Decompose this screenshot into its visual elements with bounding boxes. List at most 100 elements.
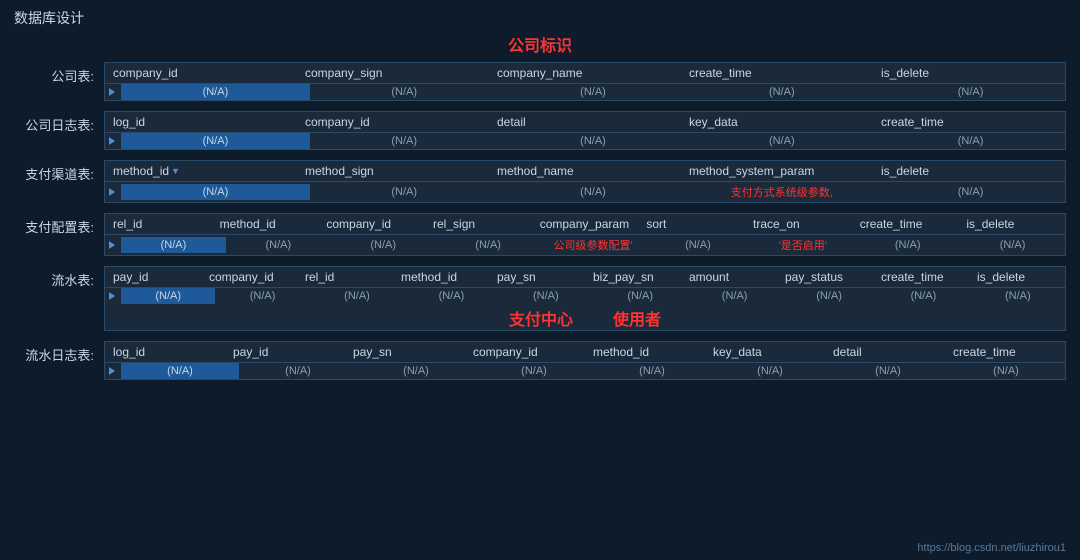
data-row-2: (N/A)(N/A)(N/A)支付方式系统级参数,(N/A) xyxy=(105,182,1065,202)
data-cell-4-2: (N/A) xyxy=(310,288,404,304)
data-cell-2-0: (N/A) xyxy=(121,184,310,200)
header-cell-4-8: create_time xyxy=(873,267,969,287)
header-cell-2-1: method_sign xyxy=(297,161,489,181)
header-cell-4-1: company_id xyxy=(201,267,297,287)
data-cell-1-3: (N/A) xyxy=(687,133,876,149)
table-block-1: log_idcompany_iddetailkey_datacreate_tim… xyxy=(104,111,1066,150)
table-row-5: 流水日志表:log_idpay_idpay_sncompany_idmethod… xyxy=(14,341,1066,380)
row-arrow-2 xyxy=(105,185,121,200)
table-label-2: 支付渠道表: xyxy=(14,160,104,183)
data-cell-3-6: '是否启用' xyxy=(750,235,855,255)
table-row-3: 支付配置表:rel_idmethod_idcompany_idrel_signc… xyxy=(14,213,1066,256)
data-cell-3-2: (N/A) xyxy=(331,237,436,253)
header-cell-3-5: sort xyxy=(638,214,745,234)
header-cell-5-2: pay_sn xyxy=(345,342,465,362)
data-row-4: (N/A)(N/A)(N/A)(N/A)(N/A)(N/A)(N/A)(N/A)… xyxy=(105,288,1065,304)
page-title: 数据库设计 xyxy=(0,0,1080,32)
table-label-0: 公司表: xyxy=(14,62,104,85)
data-cell-3-4: 公司级参数配置' xyxy=(541,235,646,255)
row-arrow-5 xyxy=(105,364,121,379)
data-cell-2-4: (N/A) xyxy=(876,184,1065,200)
header-cell-0-4: is_delete xyxy=(873,63,1065,83)
annotations-row-4: 支付中心 使用者 xyxy=(105,306,1065,330)
header-cell-4-0: pay_id xyxy=(105,267,201,287)
data-row-0: (N/A)(N/A)(N/A)(N/A)(N/A) xyxy=(105,84,1065,100)
table-block-0: company_idcompany_signcompany_namecreate… xyxy=(104,62,1066,101)
header-cell-0-2: company_name xyxy=(489,63,681,83)
data-cell-0-1: (N/A) xyxy=(310,84,499,100)
header-cell-1-0: log_id xyxy=(105,112,297,132)
data-cell-5-3: (N/A) xyxy=(475,363,593,379)
data-cell-4-0: (N/A) xyxy=(121,288,215,304)
data-row-5: (N/A)(N/A)(N/A)(N/A)(N/A)(N/A)(N/A)(N/A) xyxy=(105,363,1065,379)
header-cell-4-9: is_delete xyxy=(969,267,1065,287)
header-cell-3-4: company_param xyxy=(532,214,639,234)
data-cell-4-5: (N/A) xyxy=(593,288,687,304)
data-cell-3-0: (N/A) xyxy=(121,237,226,253)
data-cell-1-2: (N/A) xyxy=(499,133,688,149)
header-cell-3-8: is_delete xyxy=(958,214,1065,234)
data-cell-2-3: 支付方式系统级参数, xyxy=(687,182,876,202)
data-cell-4-6: (N/A) xyxy=(687,288,781,304)
data-cell-5-2: (N/A) xyxy=(357,363,475,379)
data-cell-5-6: (N/A) xyxy=(829,363,947,379)
header-cell-1-2: detail xyxy=(489,112,681,132)
header-cell-1-4: create_time xyxy=(873,112,1065,132)
data-cell-4-1: (N/A) xyxy=(215,288,309,304)
table-label-3: 支付配置表: xyxy=(14,213,104,236)
data-cell-4-3: (N/A) xyxy=(404,288,498,304)
table-row-2: 支付渠道表:method_id▼method_signmethod_nameme… xyxy=(14,160,1066,203)
data-cell-4-4: (N/A) xyxy=(499,288,593,304)
header-cell-3-1: method_id xyxy=(212,214,319,234)
data-cell-1-4: (N/A) xyxy=(876,133,1065,149)
header-cell-4-3: method_id xyxy=(393,267,489,287)
table-label-1: 公司日志表: xyxy=(14,111,104,134)
data-cell-3-5: (N/A) xyxy=(645,237,750,253)
data-cell-3-8: (N/A) xyxy=(960,237,1065,253)
data-cell-5-7: (N/A) xyxy=(947,363,1065,379)
header-cell-0-3: create_time xyxy=(681,63,873,83)
header-cell-2-4: is_delete xyxy=(873,161,1065,181)
header-cell-0-1: company_sign xyxy=(297,63,489,83)
header-cell-5-5: key_data xyxy=(705,342,825,362)
header-cell-2-2: method_name xyxy=(489,161,681,181)
footer-url: https://blog.csdn.net/liuzhirou1 xyxy=(917,542,1066,554)
header-cell-5-1: pay_id xyxy=(225,342,345,362)
data-cell-0-3: (N/A) xyxy=(687,84,876,100)
table-block-4: pay_idcompany_idrel_idmethod_idpay_snbiz… xyxy=(104,266,1066,331)
data-cell-2-1: (N/A) xyxy=(310,184,499,200)
table-block-2: method_id▼method_signmethod_namemethod_s… xyxy=(104,160,1066,203)
header-cell-3-7: create_time xyxy=(852,214,959,234)
data-row-3: (N/A)(N/A)(N/A)(N/A)公司级参数配置'(N/A)'是否启用'(… xyxy=(105,235,1065,255)
data-cell-0-4: (N/A) xyxy=(876,84,1065,100)
header-cell-4-6: amount xyxy=(681,267,777,287)
header-cell-3-3: rel_sign xyxy=(425,214,532,234)
data-cell-2-2: (N/A) xyxy=(499,184,688,200)
row-arrow-1 xyxy=(105,134,121,149)
header-cell-4-2: rel_id xyxy=(297,267,393,287)
data-cell-5-5: (N/A) xyxy=(711,363,829,379)
row-arrow-3 xyxy=(105,238,121,253)
header-cell-0-0: company_id xyxy=(105,63,297,83)
table-label-4: 流水表: xyxy=(14,266,104,289)
header-cell-5-4: method_id xyxy=(585,342,705,362)
data-cell-5-4: (N/A) xyxy=(593,363,711,379)
data-cell-3-3: (N/A) xyxy=(436,237,541,253)
data-cell-4-7: (N/A) xyxy=(782,288,876,304)
center-label: 公司标识 xyxy=(14,32,1066,56)
annotation-4-0: 支付中心 xyxy=(509,306,573,330)
annotation-4-1: 使用者 xyxy=(613,306,661,330)
header-cell-2-3: method_system_param xyxy=(681,161,873,181)
table-row-0: 公司表:company_idcompany_signcompany_namecr… xyxy=(14,62,1066,101)
table-row-4: 流水表:pay_idcompany_idrel_idmethod_idpay_s… xyxy=(14,266,1066,331)
data-cell-0-2: (N/A) xyxy=(499,84,688,100)
header-cell-1-3: key_data xyxy=(681,112,873,132)
row-arrow-0 xyxy=(105,85,121,100)
data-cell-4-9: (N/A) xyxy=(971,288,1065,304)
data-cell-1-1: (N/A) xyxy=(310,133,499,149)
header-cell-5-3: company_id xyxy=(465,342,585,362)
data-row-1: (N/A)(N/A)(N/A)(N/A)(N/A) xyxy=(105,133,1065,149)
header-cell-5-0: log_id xyxy=(105,342,225,362)
header-cell-3-2: company_id xyxy=(318,214,425,234)
data-cell-5-0: (N/A) xyxy=(121,363,239,379)
